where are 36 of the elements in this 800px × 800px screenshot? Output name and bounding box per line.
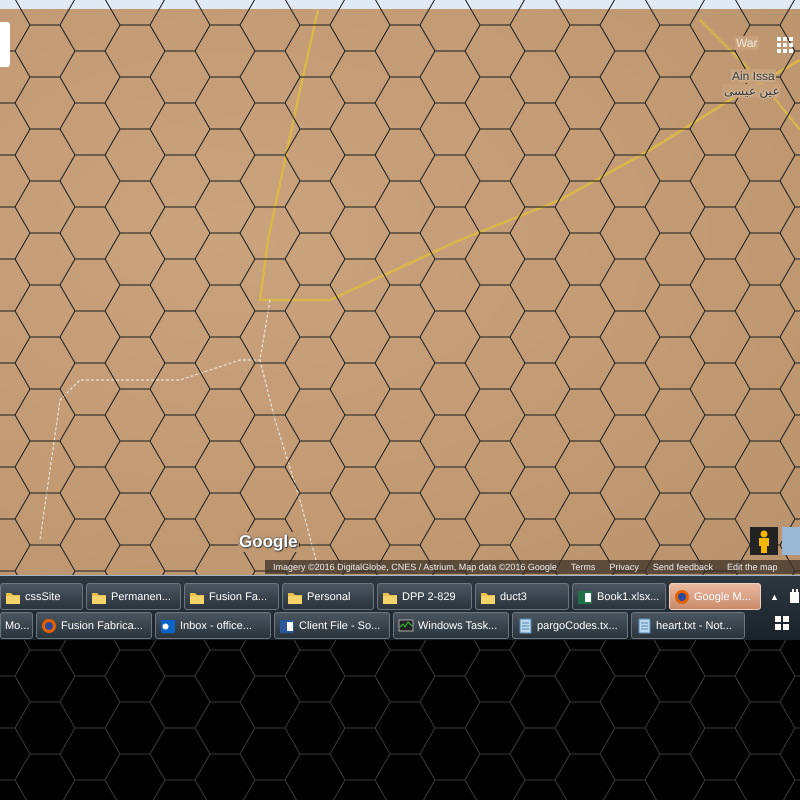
windows-icon[interactable] xyxy=(774,615,790,631)
map-link[interactable]: Terms xyxy=(570,562,596,572)
map-link[interactable]: Edit the map xyxy=(726,562,778,572)
taskbar-button[interactable]: Client File - So... xyxy=(274,612,390,639)
taskbar-button[interactable]: Book1.xlsx... xyxy=(572,583,666,610)
mail-icon xyxy=(160,618,176,634)
map-link[interactable]: Privacy xyxy=(609,562,639,572)
map-type-thumbnail[interactable] xyxy=(782,527,800,555)
notepad-icon xyxy=(636,618,652,634)
taskbar-button[interactable]: pargoCodes.tx... xyxy=(512,612,628,639)
browser-icon xyxy=(674,588,690,604)
pegman-icon[interactable] xyxy=(750,527,778,555)
taskbar-button[interactable]: Fusion Fa... xyxy=(184,583,279,610)
taskbar-button[interactable]: Inbox - office... xyxy=(155,612,271,639)
map-logo: Google xyxy=(238,532,299,552)
taskbar-button[interactable]: Fusion Fabrica... xyxy=(36,612,152,639)
place-label: War xyxy=(735,36,759,50)
place-label: عين عيسى xyxy=(723,84,780,98)
document-icon xyxy=(279,618,295,634)
tray-expand[interactable]: ▲ xyxy=(770,592,779,602)
apps-grid-icon[interactable] xyxy=(777,37,794,54)
taskbar-button[interactable]: heart.txt - Not... xyxy=(631,612,745,639)
taskbar-button[interactable]: Permanen... xyxy=(86,583,181,610)
taskbar-button[interactable]: DPP 2-829 xyxy=(377,583,472,610)
monitor-icon xyxy=(398,618,414,634)
attribution-text: Imagery ©2016 DigitalGlobe, CNES / Astrium, Map data ©2016 Google xyxy=(273,562,557,572)
place-label: Ain Issa xyxy=(731,69,776,83)
taskbar-button[interactable]: cssSite xyxy=(0,583,83,610)
taskbar-button[interactable]: duct3 xyxy=(475,583,569,610)
notepad-icon xyxy=(517,618,533,634)
spreadsheet-icon xyxy=(577,588,593,604)
taskbar-button[interactable]: Personal xyxy=(282,583,374,610)
taskbar-button[interactable]: Windows Task... xyxy=(393,612,509,639)
browser-icon xyxy=(41,618,57,634)
taskbar-button[interactable]: Mo... xyxy=(0,612,33,639)
map-link[interactable]: Send feedback xyxy=(652,562,713,572)
